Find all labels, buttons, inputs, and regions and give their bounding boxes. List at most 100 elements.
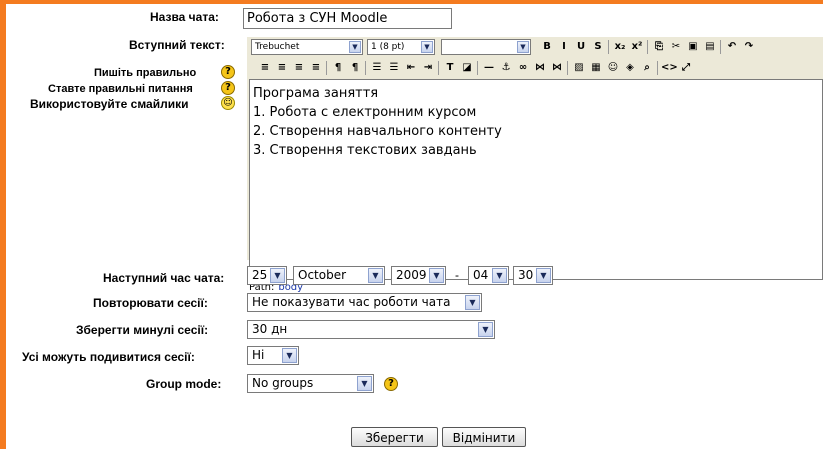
ordered-list-button[interactable]: ☰ bbox=[369, 60, 385, 76]
chevron-down-icon: ▼ bbox=[270, 268, 285, 283]
indent-button[interactable]: ⇥ bbox=[420, 60, 436, 76]
anchor-button[interactable]: ⚓ bbox=[498, 60, 514, 76]
subscript-button[interactable]: x₂ bbox=[612, 39, 628, 55]
link-button[interactable]: ∞ bbox=[515, 60, 531, 76]
help-icon[interactable]: ? bbox=[384, 377, 398, 391]
editor-content-area[interactable]: Програма заняття 1. Робота с електронним… bbox=[249, 79, 823, 280]
keep-sessions-select[interactable]: 30 дн ▼ bbox=[247, 320, 495, 339]
editor-toolbar-row-2: ≡ ≡ ≡ ≡ ¶ ¶ ☰ ☰ ⇤ ⇥ T ◪ — ⚓ ∞ ⋈ ⋈ ▨ ▦ ☺ ◈ ⌕ <> ⤢ bbox=[249, 58, 823, 78]
repeat-sessions-value: Не показувати час роботи чата bbox=[252, 295, 451, 309]
chevron-down-icon: ▼ bbox=[421, 41, 433, 53]
chevron-down-icon: ▼ bbox=[517, 41, 529, 53]
horizontal-rule-button[interactable]: — bbox=[481, 60, 497, 76]
redo-button[interactable]: ↷ bbox=[741, 39, 757, 55]
toolbar-separator bbox=[567, 61, 568, 75]
toolbar-separator bbox=[365, 61, 366, 75]
table-button[interactable]: ▦ bbox=[588, 60, 604, 76]
toolbar-separator bbox=[720, 40, 721, 54]
month-value: October bbox=[298, 268, 347, 282]
font-size-select[interactable]: 1 (8 pt) ▼ bbox=[367, 39, 435, 55]
image-button[interactable]: ▨ bbox=[571, 60, 587, 76]
toolbar-separator bbox=[647, 40, 648, 54]
chevron-down-icon: ▼ bbox=[349, 41, 361, 53]
help-icon[interactable]: ? bbox=[221, 65, 235, 79]
chat-name-label: Назва чата: bbox=[150, 10, 219, 24]
toolbar-separator bbox=[477, 61, 478, 75]
month-select[interactable]: October ▼ bbox=[293, 266, 385, 285]
search-replace-button[interactable]: ⌕ bbox=[639, 60, 655, 76]
nolink-button[interactable]: ⋈ bbox=[549, 60, 565, 76]
group-mode-value: No groups bbox=[252, 376, 314, 390]
editor-line: 1. Робота с електронним курсом bbox=[253, 105, 477, 120]
bold-button[interactable]: B bbox=[539, 39, 555, 55]
bg-color-button[interactable]: ◪ bbox=[459, 60, 475, 76]
editor-line: 2. Створення навчального контенту bbox=[253, 124, 502, 139]
toolbar-separator bbox=[608, 40, 609, 54]
style-select[interactable]: ▼ bbox=[441, 39, 531, 55]
copy-button[interactable]: ⎘ bbox=[651, 39, 667, 55]
italic-button[interactable]: I bbox=[556, 39, 572, 55]
editor-toolbar-row-1: Trebuchet ▼ 1 (8 pt) ▼ ▼ B I U Sx₂ x² ⎘ ✂ ▣ ▤ ↶ ↷ bbox=[249, 37, 823, 57]
unlink-button[interactable]: ⋈ bbox=[532, 60, 548, 76]
view-sessions-label: Усі можуть подивитися сесії: bbox=[22, 350, 195, 364]
align-left-button[interactable]: ≡ bbox=[257, 60, 273, 76]
fullscreen-button[interactable]: ⤢ bbox=[678, 60, 694, 76]
view-sessions-value: Ні bbox=[252, 348, 265, 362]
page-frame-left bbox=[0, 0, 6, 449]
chevron-down-icon: ▼ bbox=[465, 295, 480, 310]
intro-text-label: Вступний текст: bbox=[129, 38, 225, 52]
smiley-icon[interactable]: ☺ bbox=[221, 96, 235, 110]
unordered-list-button[interactable]: ☰ bbox=[386, 60, 402, 76]
smiley-button[interactable]: ☺ bbox=[605, 60, 621, 76]
chevron-down-icon: ▼ bbox=[536, 268, 551, 283]
special-char-button[interactable]: ◈ bbox=[622, 60, 638, 76]
chat-name-input[interactable]: Робота з СУН Moodle bbox=[243, 8, 452, 29]
keep-sessions-value: 30 дн bbox=[252, 322, 288, 336]
hint-use-smileys: Використовуйте смайлики bbox=[30, 97, 189, 111]
toolbar-separator bbox=[657, 61, 658, 75]
next-time-label: Наступний час чата: bbox=[103, 271, 225, 285]
underline-button[interactable]: U bbox=[573, 39, 589, 55]
year-select[interactable]: 2009 ▼ bbox=[391, 266, 446, 285]
hour-select[interactable]: 04 ▼ bbox=[468, 266, 509, 285]
font-family-select[interactable]: Trebuchet ▼ bbox=[251, 39, 363, 55]
save-button[interactable]: Зберегти bbox=[351, 427, 438, 447]
hint-ask-questions: Ставте правильні питання bbox=[48, 83, 193, 95]
undo-button[interactable]: ↶ bbox=[724, 39, 740, 55]
minute-select[interactable]: 30 ▼ bbox=[513, 266, 553, 285]
chevron-down-icon: ▼ bbox=[357, 376, 372, 391]
view-sessions-select[interactable]: Ні ▼ bbox=[247, 346, 299, 365]
toolbar-separator bbox=[326, 61, 327, 75]
minute-value: 30 bbox=[518, 268, 534, 282]
ltr-button[interactable]: ¶ bbox=[330, 60, 346, 76]
editor-line: 3. Створення текстових завдань bbox=[253, 143, 477, 158]
page-frame-top bbox=[0, 0, 823, 4]
chevron-down-icon: ▼ bbox=[368, 268, 383, 283]
help-icon[interactable]: ? bbox=[221, 81, 235, 95]
paste-button[interactable]: ▣ bbox=[685, 39, 701, 55]
chevron-down-icon: ▼ bbox=[282, 348, 297, 363]
date-time-separator: - bbox=[455, 268, 459, 282]
chevron-down-icon: ▼ bbox=[429, 268, 444, 283]
align-right-button[interactable]: ≡ bbox=[291, 60, 307, 76]
hour-value: 04 bbox=[473, 268, 489, 282]
outdent-button[interactable]: ⇤ bbox=[403, 60, 419, 76]
strikethrough-button[interactable]: S bbox=[590, 39, 606, 55]
group-mode-select[interactable]: No groups ▼ bbox=[247, 374, 374, 393]
repeat-sessions-label: Повторювати сесії: bbox=[93, 296, 208, 310]
justify-button[interactable]: ≡ bbox=[308, 60, 324, 76]
cut-button[interactable]: ✂ bbox=[668, 39, 684, 55]
font-size-value: 1 (8 pt) bbox=[371, 42, 405, 52]
superscript-button[interactable]: x² bbox=[629, 39, 645, 55]
chevron-down-icon: ▼ bbox=[492, 268, 507, 283]
paste-word-button[interactable]: ▤ bbox=[702, 39, 718, 55]
cancel-button[interactable]: Відмінити bbox=[442, 427, 526, 447]
repeat-sessions-select[interactable]: Не показувати час роботи чата ▼ bbox=[247, 293, 482, 312]
day-select[interactable]: 25 ▼ bbox=[247, 266, 287, 285]
text-color-button[interactable]: T bbox=[442, 60, 458, 76]
html-source-button[interactable]: <> bbox=[661, 60, 678, 76]
align-center-button[interactable]: ≡ bbox=[274, 60, 290, 76]
group-mode-label: Group mode: bbox=[146, 377, 222, 391]
rtl-button[interactable]: ¶ bbox=[347, 60, 363, 76]
hint-write-correctly: Пишіть правильно bbox=[94, 67, 197, 79]
